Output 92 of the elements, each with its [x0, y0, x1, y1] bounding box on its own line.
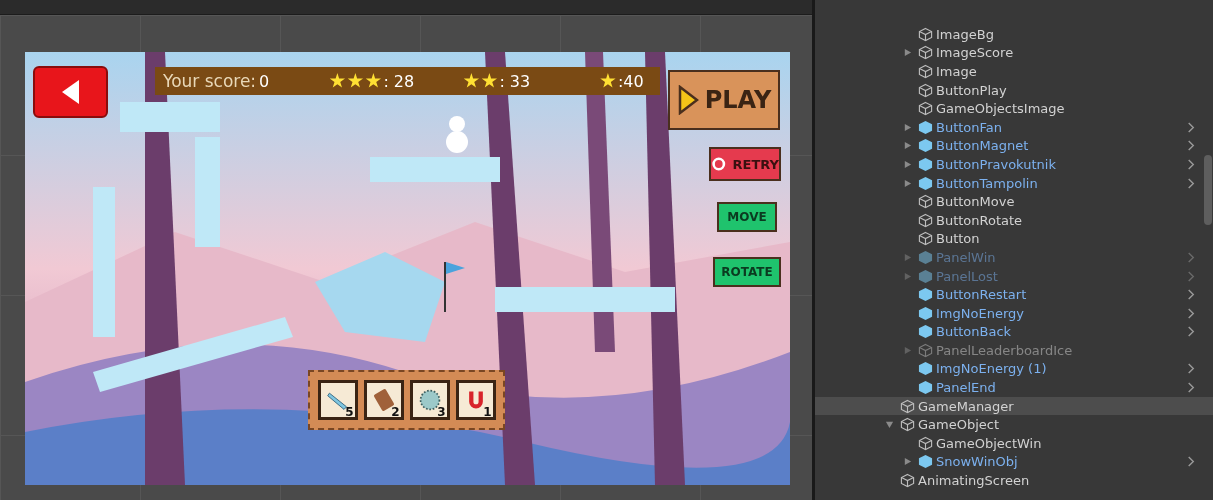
- hierarchy-item[interactable]: ButtonFan: [815, 117, 1213, 137]
- hierarchy-item[interactable]: AnimatingScreen: [815, 471, 1213, 490]
- back-button[interactable]: [33, 66, 108, 118]
- expand-arrow-icon[interactable]: [903, 271, 912, 281]
- hierarchy-item[interactable]: ImgNoEnergy (1): [815, 359, 1213, 379]
- hierarchy-item[interactable]: ButtonMagnet: [815, 136, 1213, 156]
- hierarchy-item[interactable]: ButtonBack: [815, 322, 1213, 342]
- hierarchy-item-name: ButtonRestart: [936, 287, 1027, 303]
- star-goal-value: :40: [617, 71, 644, 91]
- hierarchy-item[interactable]: GameObject: [815, 415, 1213, 435]
- hierarchy-item[interactable]: GameObjectsImage: [815, 99, 1213, 118]
- hierarchy-item[interactable]: ButtonPlay: [815, 80, 1213, 100]
- hierarchy-item[interactable]: GameManager: [815, 396, 1213, 416]
- tool-count: 3: [437, 405, 446, 419]
- hierarchy-item[interactable]: ButtonRotate: [815, 210, 1213, 230]
- tool-slot[interactable]: 5: [317, 380, 358, 420]
- expand-arrow-icon[interactable]: [885, 420, 894, 430]
- chevron-right-icon[interactable]: [1187, 270, 1195, 282]
- hierarchy-item[interactable]: ButtonPravokutnik: [815, 155, 1213, 174]
- hierarchy-item[interactable]: ImgNoEnergy: [815, 303, 1213, 323]
- hierarchy-item-name: ButtonFan: [936, 119, 1003, 135]
- expand-arrow-icon[interactable]: [903, 457, 912, 467]
- tool-count: 5: [345, 405, 354, 419]
- tool-slot[interactable]: 3: [409, 380, 450, 420]
- hierarchy-item[interactable]: ButtonMove: [815, 192, 1213, 211]
- hierarchy-item[interactable]: Image: [815, 62, 1213, 81]
- tool-count: 1: [483, 405, 492, 419]
- hierarchy-item-name: ImageScore: [936, 45, 1014, 61]
- chevron-right-icon[interactable]: [1187, 251, 1195, 263]
- chevron-right-icon[interactable]: [1187, 177, 1195, 189]
- hierarchy-item-name: ImgNoEnergy (1): [936, 361, 1047, 377]
- star-goal-value: : 28: [383, 71, 415, 91]
- chevron-right-icon[interactable]: [1187, 382, 1195, 394]
- tool-slot[interactable]: 1: [455, 380, 496, 420]
- hierarchy-item-name: Image: [936, 64, 977, 79]
- retry-button[interactable]: RETRY: [709, 147, 781, 181]
- hierarchy-item[interactable]: ButtonRestart: [815, 285, 1213, 304]
- expand-arrow-icon[interactable]: [903, 252, 912, 262]
- hierarchy-item-name: PanelLeaderboardIce: [936, 342, 1073, 358]
- hierarchy-item-name: ImageBg: [936, 26, 994, 42]
- scrollbar-thumb[interactable]: [1204, 155, 1212, 225]
- rotate-button[interactable]: ROTATE: [713, 257, 781, 287]
- hierarchy-item[interactable]: ImageScore: [815, 43, 1213, 63]
- hierarchy-item-name: PanelWin: [936, 249, 996, 265]
- hierarchy-item-name: ButtonMagnet: [936, 138, 1029, 154]
- hierarchy-item[interactable]: ImageBg: [815, 25, 1213, 44]
- hierarchy-item-name: GameManager: [918, 398, 1014, 414]
- hierarchy-item[interactable]: ButtonTampolin: [815, 173, 1213, 193]
- tool-count: 2: [391, 405, 400, 419]
- snowman-drawing: [446, 116, 468, 153]
- hierarchy-item[interactable]: PanelLeaderboardIce: [815, 341, 1213, 360]
- chevron-right-icon[interactable]: [1187, 289, 1195, 301]
- score-label: Your score:: [163, 71, 257, 91]
- chevron-right-icon[interactable]: [1187, 456, 1195, 468]
- expand-arrow-icon[interactable]: [903, 178, 912, 188]
- hierarchy-item-name: SnowWinObj: [936, 454, 1018, 470]
- hierarchy-item-name: Button: [936, 231, 980, 247]
- expand-arrow-icon[interactable]: [903, 48, 912, 58]
- hierarchy-item[interactable]: Button: [815, 229, 1213, 249]
- hierarchy-item-name: ImgNoEnergy: [936, 305, 1024, 321]
- flag-drawing: [444, 261, 465, 313]
- expand-arrow-icon[interactable]: [903, 345, 912, 355]
- chevron-right-icon[interactable]: [1187, 363, 1195, 375]
- expand-arrow-icon[interactable]: [903, 159, 912, 169]
- play-triangle-icon: [676, 85, 699, 115]
- tool-slot[interactable]: 2: [363, 380, 404, 420]
- move-button[interactable]: MOVE: [717, 202, 777, 232]
- hierarchy-item[interactable]: SnowWinObj: [815, 452, 1213, 472]
- hierarchy-item-name: PanelLost: [936, 268, 998, 284]
- hierarchy-item-name: AnimatingScreen: [918, 473, 1030, 489]
- star-goal-value: : 33: [499, 71, 531, 91]
- chevron-right-icon[interactable]: [1187, 158, 1195, 170]
- hierarchy-item-name: ButtonMove: [936, 194, 1015, 210]
- expand-arrow-icon[interactable]: [903, 141, 912, 151]
- hierarchy-item-name: PanelEnd: [936, 380, 996, 396]
- score-value: 0: [259, 71, 270, 91]
- play-button[interactable]: PLAY: [668, 70, 780, 130]
- chevron-right-icon[interactable]: [1187, 121, 1195, 133]
- hierarchy-item[interactable]: PanelEnd: [815, 378, 1213, 397]
- chevron-right-icon[interactable]: [1187, 307, 1195, 319]
- hierarchy-item-name: ButtonPravokutnik: [936, 156, 1056, 172]
- expand-arrow-icon[interactable]: [903, 122, 912, 132]
- hierarchy-item[interactable]: GameObjectWin: [815, 434, 1213, 453]
- hierarchy-item-name: ButtonRotate: [936, 212, 1023, 228]
- hierarchy-item-name: ButtonPlay: [936, 82, 1007, 98]
- hierarchy-item-name: GameObjectsImage: [936, 101, 1065, 117]
- hierarchy-item-name: ButtonBack: [936, 324, 1012, 340]
- hierarchy-item-name: GameObjectWin: [936, 435, 1042, 451]
- hierarchy-item-name: ButtonTampolin: [936, 175, 1038, 191]
- hierarchy-item-name: GameObject: [918, 417, 1000, 433]
- chevron-right-icon[interactable]: [1187, 326, 1195, 338]
- chevron-right-icon[interactable]: [1187, 140, 1195, 152]
